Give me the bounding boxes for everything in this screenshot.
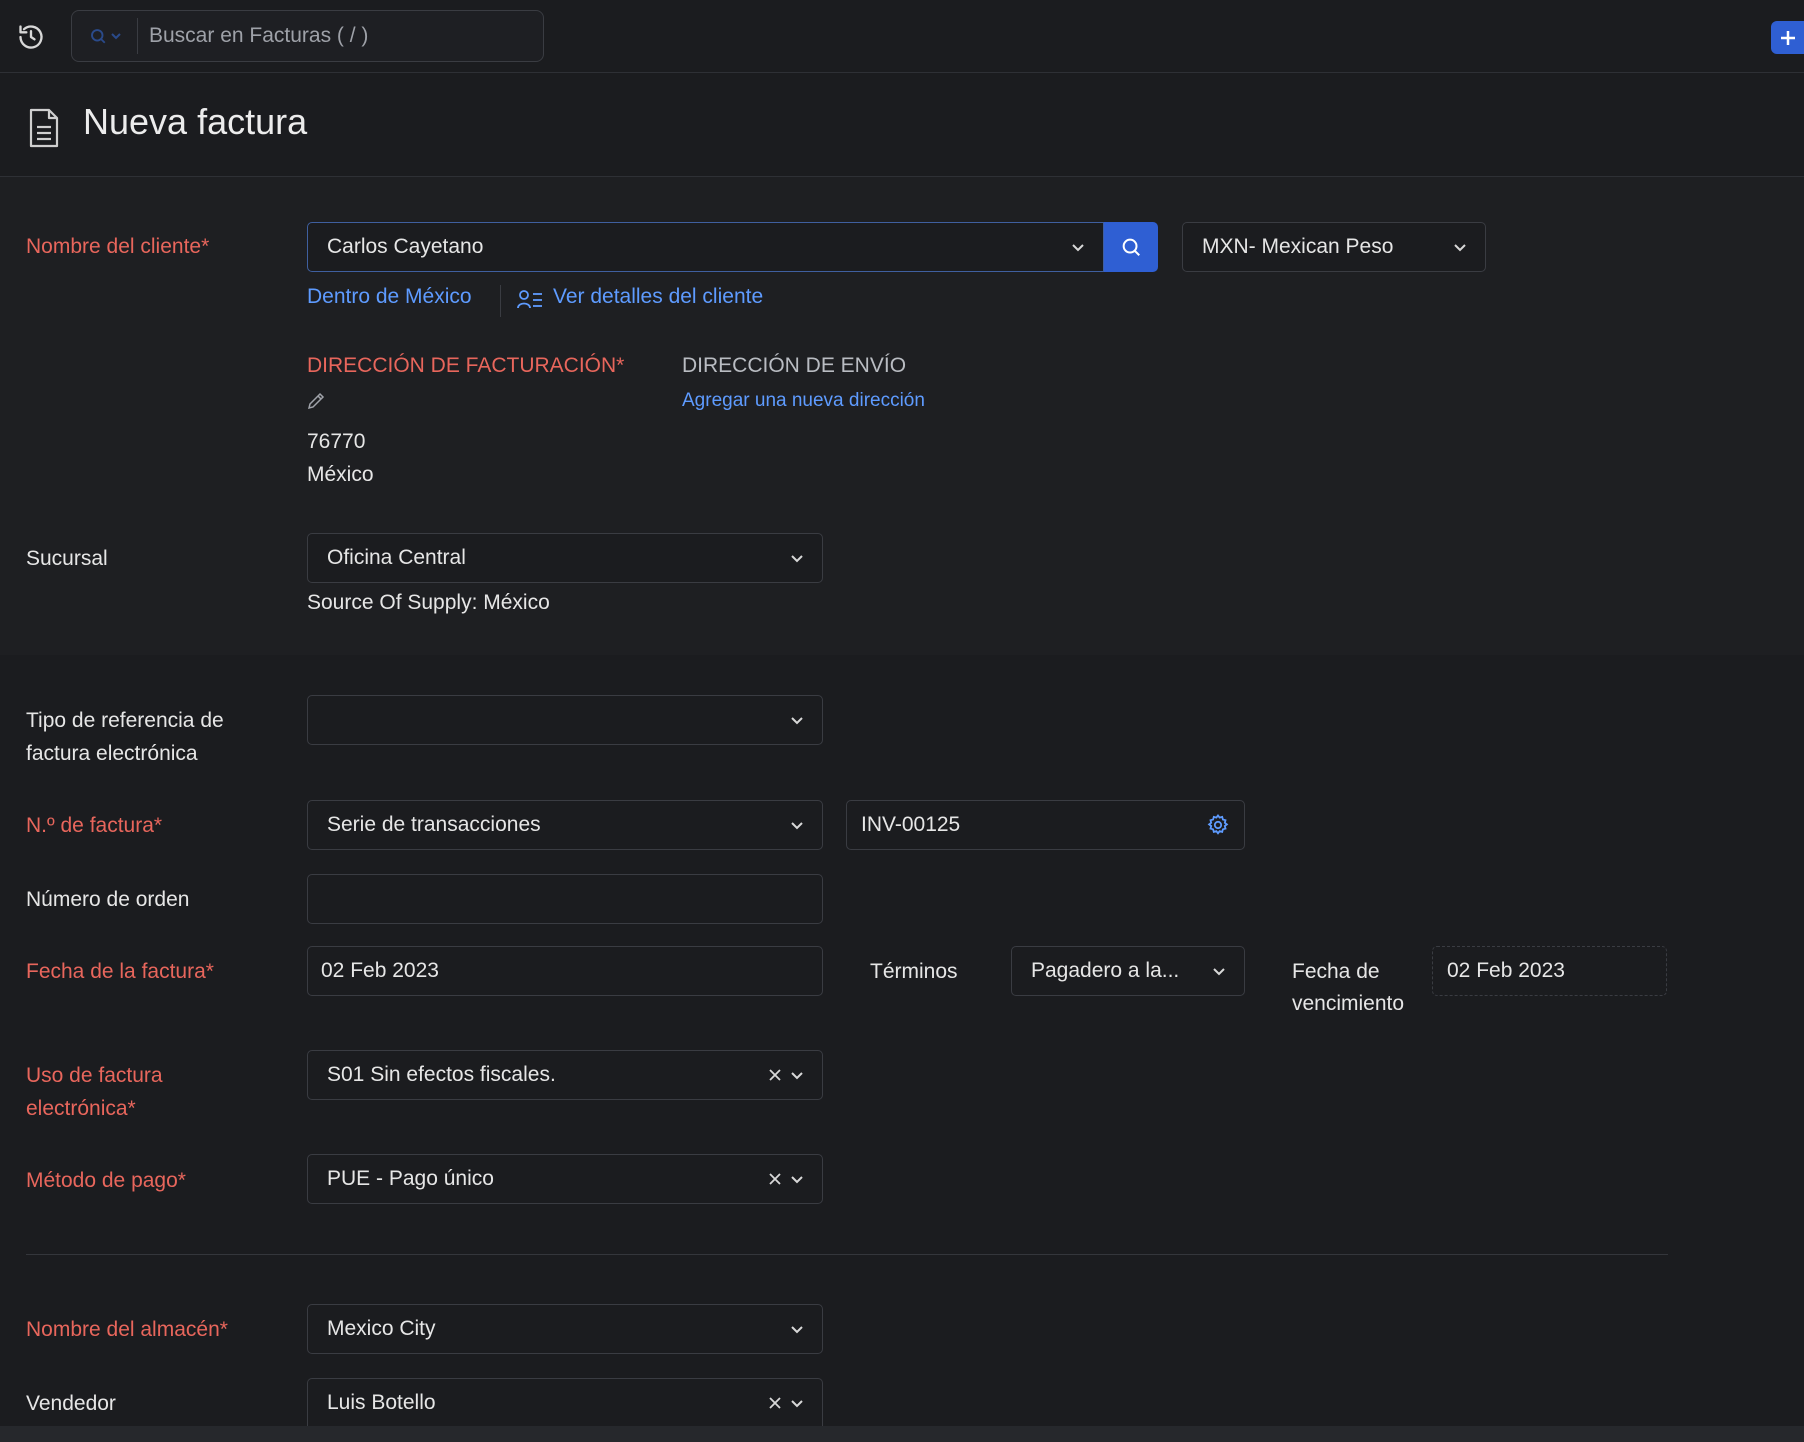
- customer-name-select[interactable]: Carlos Cayetano: [307, 222, 1104, 272]
- invoice-series-select[interactable]: Serie de transacciones: [307, 800, 823, 850]
- invoice-details-section: [0, 655, 1804, 1425]
- chevron-down-icon: [791, 822, 803, 830]
- invoice-date-label: Fecha de la factura*: [26, 960, 214, 983]
- salesperson-label: Vendedor: [26, 1392, 116, 1415]
- plus-icon: [1780, 30, 1795, 45]
- search-bar[interactable]: [71, 10, 544, 62]
- terms-select[interactable]: Pagadero a la...: [1011, 946, 1245, 996]
- branch-label: Sucursal: [26, 547, 108, 570]
- source-of-supply: Source Of Supply: México: [307, 591, 550, 614]
- e-invoice-use-value: S01 Sin efectos fiscales.: [327, 1063, 556, 1086]
- customer-details-icon: [517, 288, 543, 316]
- document-icon: [28, 108, 60, 154]
- chevron-down-icon: [110, 33, 121, 40]
- e-invoice-use-select[interactable]: S01 Sin efectos fiscales.: [307, 1050, 823, 1100]
- search-icon: [1122, 238, 1140, 256]
- currency-value: MXN- Mexican Peso: [1202, 235, 1394, 258]
- salesperson-select[interactable]: Luis Botello: [307, 1378, 823, 1426]
- edit-billing-address-button[interactable]: [307, 392, 325, 416]
- customer-search-button[interactable]: [1104, 222, 1158, 272]
- currency-select[interactable]: MXN- Mexican Peso: [1182, 222, 1486, 272]
- invoice-number-input[interactable]: INV-00125: [846, 800, 1245, 850]
- warehouse-label: Nombre del almacén*: [26, 1318, 228, 1341]
- branch-select[interactable]: Oficina Central: [307, 533, 823, 583]
- shipping-address-heading: DIRECCIÓN DE ENVÍO: [682, 354, 907, 377]
- billing-address-line2: México: [307, 463, 374, 486]
- add-shipping-address-link[interactable]: Agregar una nueva dirección: [682, 390, 925, 412]
- search-input[interactable]: [138, 24, 518, 48]
- chevron-down-icon: [1213, 968, 1225, 976]
- recent-history-button[interactable]: [14, 20, 48, 54]
- due-date-value: 02 Feb 2023: [1447, 959, 1565, 982]
- chevron-down-icon: [791, 1399, 803, 1407]
- link-divider: [500, 285, 501, 317]
- branch-value: Oficina Central: [327, 546, 466, 569]
- invoice-series-value: Serie de transacciones: [327, 813, 541, 836]
- section-divider: [26, 1254, 1668, 1255]
- close-icon[interactable]: [768, 1068, 782, 1082]
- close-icon[interactable]: [768, 1396, 782, 1410]
- pencil-icon: [307, 392, 325, 410]
- search-icon: [90, 29, 105, 44]
- invoice-date-input[interactable]: 02 Feb 2023: [307, 946, 823, 996]
- warehouse-select[interactable]: Mexico City: [307, 1304, 823, 1354]
- billing-address-heading: DIRECCIÓN DE FACTURACIÓN*: [307, 354, 625, 377]
- e-invoice-ref-select[interactable]: [307, 695, 823, 745]
- due-date-label-line1: Fecha de: [1292, 960, 1380, 983]
- quick-create-button[interactable]: [1771, 21, 1804, 54]
- e-invoice-use-label-line2: electrónica*: [26, 1097, 136, 1120]
- terms-label: Términos: [870, 960, 958, 983]
- chevron-down-icon: [791, 1326, 803, 1334]
- chevron-down-icon: [791, 1072, 803, 1080]
- customer-location-link[interactable]: Dentro de México: [307, 285, 472, 309]
- due-date-input[interactable]: 02 Feb 2023: [1432, 946, 1667, 996]
- close-icon[interactable]: [768, 1172, 782, 1186]
- payment-method-value: PUE - Pago único: [327, 1167, 494, 1190]
- warehouse-value: Mexico City: [327, 1317, 436, 1340]
- page-title: Nueva factura: [83, 101, 308, 142]
- terms-value: Pagadero a la...: [1031, 959, 1180, 982]
- bottom-action-bar: [0, 1426, 1804, 1442]
- invoice-number-value: INV-00125: [861, 813, 961, 836]
- history-icon: [19, 25, 43, 49]
- chevron-down-icon: [791, 1176, 803, 1184]
- payment-method-select[interactable]: PUE - Pago único: [307, 1154, 823, 1204]
- billing-address-line1: 76770: [307, 430, 366, 453]
- salesperson-value: Luis Botello: [327, 1390, 436, 1414]
- payment-method-label: Método de pago*: [26, 1169, 186, 1192]
- customer-name-value: Carlos Cayetano: [327, 235, 484, 258]
- chevron-down-icon: [1072, 244, 1084, 252]
- due-date-label-line2: vencimiento: [1292, 992, 1405, 1015]
- e-invoice-use-label-line1: Uso de factura: [26, 1064, 163, 1087]
- order-number-input[interactable]: [307, 874, 823, 924]
- e-invoice-ref-label-line2: factura electrónica: [26, 742, 198, 765]
- chevron-down-icon: [791, 717, 803, 725]
- customer-name-label: Nombre del cliente*: [26, 235, 210, 258]
- chevron-down-icon: [1454, 244, 1466, 252]
- e-invoice-ref-label-line1: Tipo de referencia de: [26, 709, 224, 732]
- chevron-down-icon: [791, 555, 803, 563]
- invoice-number-label: N.º de factura*: [26, 814, 163, 837]
- invoice-date-value: 02 Feb 2023: [321, 959, 439, 982]
- search-filter-dropdown[interactable]: [72, 18, 138, 54]
- customer-details-link[interactable]: Ver detalles del cliente: [553, 285, 763, 309]
- order-number-label: Número de orden: [26, 888, 190, 911]
- gear-icon[interactable]: [1206, 813, 1230, 837]
